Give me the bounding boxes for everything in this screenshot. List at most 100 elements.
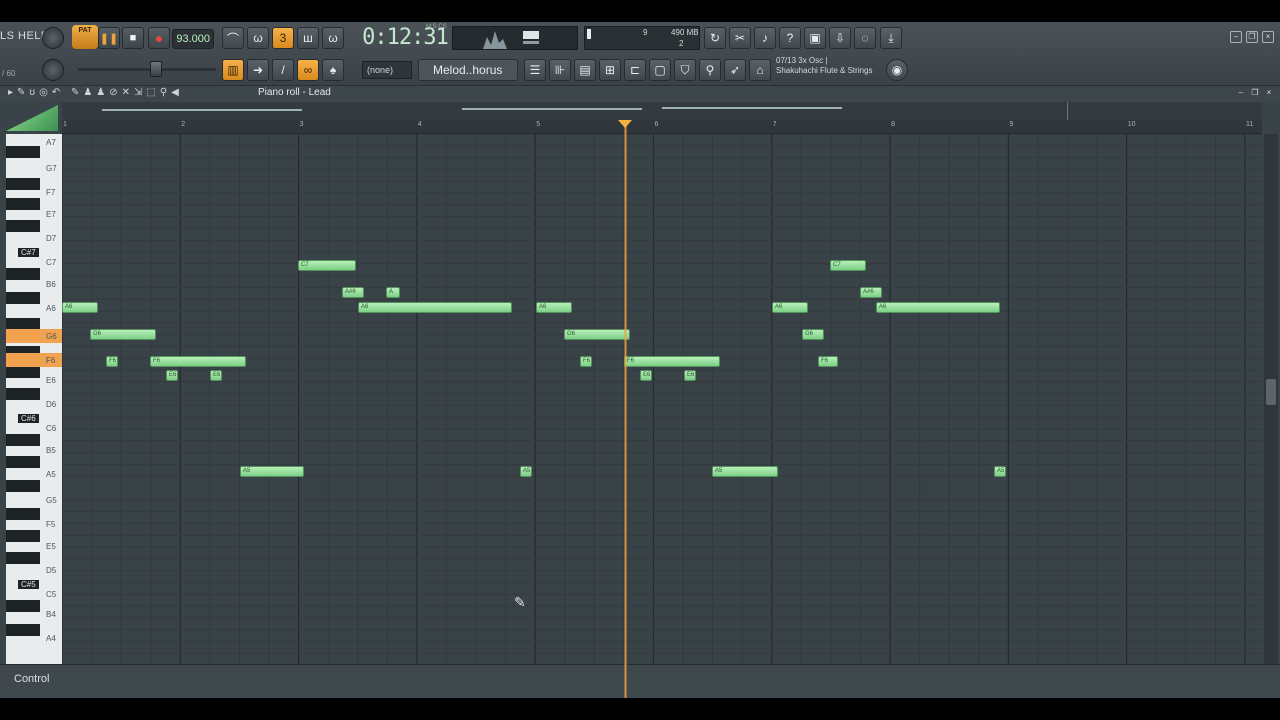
- note-block[interactable]: A5: [994, 466, 1006, 477]
- pr-close-icon[interactable]: ×: [1264, 88, 1274, 98]
- master-knob-icon[interactable]: [42, 27, 64, 49]
- note-block[interactable]: E6: [210, 370, 222, 381]
- countdown-icon[interactable]: 3: [272, 27, 294, 49]
- wait-icon[interactable]: ω: [247, 27, 269, 49]
- chat-icon[interactable]: ◌: [854, 27, 876, 49]
- black-key[interactable]: [6, 220, 40, 232]
- brush-icon[interactable]: /: [272, 59, 294, 81]
- playhead[interactable]: [624, 120, 627, 698]
- note-block[interactable]: C7: [298, 260, 356, 271]
- plugin-picker-icon[interactable]: ⛉: [674, 59, 696, 81]
- black-key[interactable]: [6, 456, 40, 468]
- step-edit-icon[interactable]: ш: [297, 27, 319, 49]
- note-block[interactable]: A: [386, 287, 400, 298]
- pat-song-toggle[interactable]: PAT: [72, 25, 98, 49]
- note-block[interactable]: A6: [536, 302, 572, 313]
- note-block[interactable]: F6: [624, 356, 720, 367]
- note-grid[interactable]: A6 G6 F6 F6 E6 E6 A5 C7 A#6 A A6 A5 A6 G6 F6 F6 E6 E6 A5 A6…: [62, 134, 1262, 664]
- note-block[interactable]: F6: [580, 356, 592, 367]
- mic-icon[interactable]: ♪: [754, 27, 776, 49]
- note-block[interactable]: A#6: [342, 287, 364, 298]
- metronome-icon[interactable]: ⌒: [222, 27, 244, 49]
- help-icon[interactable]: ?: [779, 27, 801, 49]
- play-button[interactable]: ❚❚: [98, 27, 120, 49]
- note-block[interactable]: A5: [520, 466, 532, 477]
- store-icon[interactable]: ⌂: [749, 59, 771, 81]
- stamp-icon[interactable]: ♠: [322, 59, 344, 81]
- close-icon[interactable]: ×: [1262, 31, 1274, 43]
- bird-icon[interactable]: ➶: [724, 59, 746, 81]
- note-block[interactable]: A5: [712, 466, 778, 477]
- note-block[interactable]: F6: [818, 356, 838, 367]
- minimize-icon[interactable]: –: [1230, 31, 1242, 43]
- master-volume-slider[interactable]: [78, 68, 216, 71]
- note-block[interactable]: F6: [150, 356, 246, 367]
- piano-roll-corner-icon[interactable]: [6, 105, 58, 131]
- pattern-selector[interactable]: Melod..horus: [418, 59, 518, 81]
- hint-panel: 07/13 3x Osc | Shakuhachi Flute & String…: [776, 56, 873, 76]
- playhead-marker-icon[interactable]: [618, 120, 632, 128]
- control-target[interactable]: Control: [14, 673, 49, 685]
- note-block[interactable]: A#6: [860, 287, 882, 298]
- slider-thumb[interactable]: [150, 61, 162, 77]
- note-block[interactable]: C7: [830, 260, 866, 271]
- cut-icon[interactable]: ✂: [729, 27, 751, 49]
- stop-button[interactable]: ■: [122, 27, 144, 49]
- note-block[interactable]: F6: [106, 356, 118, 367]
- note-overview[interactable]: [62, 102, 1262, 120]
- playlist-view-icon[interactable]: ▤: [574, 59, 596, 81]
- piano-roll-tools-icon[interactable]: ▸✎ʊ◎↶ ✎♟♟⊘✕⇲⬚⚲◀: [8, 87, 183, 98]
- note-block[interactable]: G6: [802, 329, 824, 340]
- piano-roll-icon[interactable]: ⊪: [549, 59, 571, 81]
- channel-rack-icon[interactable]: ☰: [524, 59, 546, 81]
- note-block[interactable]: E6: [684, 370, 696, 381]
- playlist-icon[interactable]: ▥: [222, 59, 244, 81]
- vertical-scroll-thumb[interactable]: [1266, 379, 1276, 405]
- black-key[interactable]: [6, 600, 40, 612]
- snap-select[interactable]: (none): [362, 61, 412, 79]
- undo-icon[interactable]: ↻: [704, 27, 726, 49]
- loop-record-icon[interactable]: ω: [322, 27, 344, 49]
- black-key[interactable]: [6, 198, 40, 210]
- black-key[interactable]: [6, 268, 40, 280]
- master-pitch-knob-icon[interactable]: [42, 59, 64, 81]
- arrow-icon[interactable]: ➜: [247, 59, 269, 81]
- download-icon[interactable]: ⤓: [880, 27, 902, 49]
- black-key[interactable]: [6, 434, 40, 446]
- note-block[interactable]: G6: [564, 329, 630, 340]
- plugin-icon[interactable]: ▢: [649, 59, 671, 81]
- news-icon[interactable]: ◉: [886, 59, 908, 81]
- restore-icon[interactable]: ❐: [1246, 31, 1258, 43]
- note-block[interactable]: A5: [240, 466, 304, 477]
- note-block[interactable]: A6: [62, 302, 98, 313]
- browser-icon[interactable]: ⊏: [624, 59, 646, 81]
- touch-keyboard-icon[interactable]: ⚲: [699, 59, 721, 81]
- black-key[interactable]: [6, 508, 40, 520]
- black-key[interactable]: [6, 388, 40, 400]
- timeline-ruler[interactable]: 1 2 3 4 5 6 7 8 9 10 11: [62, 120, 1262, 134]
- link-icon[interactable]: ∞: [297, 59, 319, 81]
- tempo-display[interactable]: 93.000: [172, 29, 214, 49]
- mixer-icon[interactable]: ⊞: [599, 59, 621, 81]
- black-key[interactable]: [6, 624, 40, 636]
- note-block[interactable]: E6: [166, 370, 178, 381]
- black-key[interactable]: [6, 146, 40, 158]
- note-block[interactable]: A6: [358, 302, 512, 313]
- pr-restore-icon[interactable]: ❐: [1250, 88, 1260, 98]
- render-icon[interactable]: ⇩: [829, 27, 851, 49]
- note-block[interactable]: A6: [772, 302, 808, 313]
- black-key[interactable]: [6, 530, 40, 542]
- black-key[interactable]: [6, 480, 40, 492]
- black-key[interactable]: [6, 178, 40, 190]
- save-icon[interactable]: ▣: [804, 27, 826, 49]
- vertical-scrollbar[interactable]: [1264, 134, 1278, 664]
- black-key[interactable]: [6, 366, 40, 378]
- pr-minimize-icon[interactable]: –: [1236, 88, 1246, 98]
- note-block[interactable]: G6: [90, 329, 156, 340]
- black-key[interactable]: [6, 292, 40, 304]
- black-key[interactable]: [6, 552, 40, 564]
- note-block[interactable]: A6: [876, 302, 1000, 313]
- record-button[interactable]: ●: [148, 27, 170, 49]
- piano-keyboard[interactable]: A7 G7 F7 E7 D7 C#7 C7 B6 A6 G6 F6 E6 D6 C#6 C6 B5 A5 G5 F5…: [6, 134, 62, 664]
- note-block[interactable]: E6: [640, 370, 652, 381]
